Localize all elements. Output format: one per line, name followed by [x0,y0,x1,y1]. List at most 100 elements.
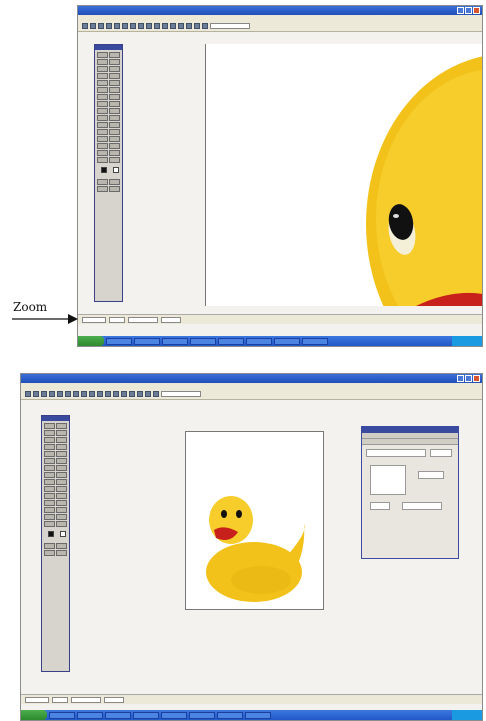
move-tool-icon[interactable] [56,423,67,429]
quickmask-icon[interactable] [97,179,108,185]
undo-icon[interactable] [138,23,144,29]
new-icon[interactable] [25,391,31,397]
palette-field[interactable] [402,502,442,510]
undo-icon[interactable] [81,391,87,397]
redo-icon[interactable] [146,23,152,29]
taskbar-item[interactable] [189,711,215,719]
cut-icon[interactable] [57,391,63,397]
tool-icon[interactable] [109,143,120,149]
quickmask-icon[interactable] [44,543,55,549]
tool-icon[interactable] [113,391,119,397]
taskbar-item[interactable] [162,337,188,345]
notes-tool-icon[interactable] [44,486,55,492]
path-tool-icon[interactable] [109,108,120,114]
blur-tool-icon[interactable] [44,465,55,471]
tool-icon[interactable] [153,391,159,397]
tool-icon[interactable] [162,23,168,29]
tool-icon[interactable] [97,150,108,156]
select-tool-icon[interactable] [44,423,55,429]
tool-icon[interactable] [44,500,55,506]
taskbar-item[interactable] [190,337,216,345]
tool-icon[interactable] [97,143,108,149]
tool-icon[interactable] [109,157,120,163]
open-icon[interactable] [90,23,96,29]
tool-icon[interactable] [44,514,55,520]
tool-icon[interactable] [97,129,108,135]
history-tool-icon[interactable] [109,80,120,86]
slice-tool-icon[interactable] [56,437,67,443]
zoom-tool-icon[interactable] [56,493,67,499]
print-icon[interactable] [49,391,55,397]
screenmode-icon[interactable] [56,543,67,549]
taskbar-item[interactable] [49,711,75,719]
type-tool-icon[interactable] [56,472,67,478]
brush-tool-icon[interactable] [44,444,55,450]
tool-icon[interactable] [56,500,67,506]
cut-icon[interactable] [114,23,120,29]
tool-icon[interactable] [178,23,184,29]
foreground-color-swatch[interactable] [101,167,107,173]
close-button[interactable] [473,7,480,14]
eraser-tool-icon[interactable] [44,458,55,464]
copy-icon[interactable] [122,23,128,29]
zoom-field[interactable] [82,316,106,323]
tool-icon[interactable] [145,391,151,397]
tool-icon[interactable] [170,23,176,29]
taskbar-item[interactable] [274,337,300,345]
tool-icon[interactable] [97,157,108,163]
taskbar-item[interactable] [302,337,328,345]
tool-icon[interactable] [105,391,111,397]
tool-icon[interactable] [44,521,55,527]
palette-field[interactable] [370,502,390,510]
pencil-tool-icon[interactable] [56,444,67,450]
close-button[interactable] [473,375,480,382]
fill-tool-icon[interactable] [109,87,120,93]
new-icon[interactable] [82,23,88,29]
taskbar-item[interactable] [77,711,103,719]
crop-tool-icon[interactable] [44,437,55,443]
screenmode-icon[interactable] [109,179,120,185]
eyedropper-tool-icon[interactable] [109,115,120,121]
shape-tool-icon[interactable] [44,479,55,485]
tool-icon[interactable] [109,129,120,135]
tool-icon[interactable] [44,550,55,556]
brush-tool-icon[interactable] [97,73,108,79]
tool-icon[interactable] [186,23,192,29]
paste-icon[interactable] [73,391,79,397]
notes-tool-icon[interactable] [97,115,108,121]
tool-icon[interactable] [109,186,120,192]
tool-icon[interactable] [137,391,143,397]
tool-icon[interactable] [109,150,120,156]
lasso-tool-icon[interactable] [97,59,108,65]
taskbar-item[interactable] [218,337,244,345]
print-icon[interactable] [106,23,112,29]
eraser-tool-icon[interactable] [97,87,108,93]
fill-tool-icon[interactable] [56,458,67,464]
copy-icon[interactable] [65,391,71,397]
move-tool-icon[interactable] [109,52,120,58]
pen-tool-icon[interactable] [97,101,108,107]
foreground-color-swatch[interactable] [48,531,54,537]
tool-icon[interactable] [56,550,67,556]
pen-tool-icon[interactable] [44,472,55,478]
wand-tool-icon[interactable] [56,430,67,436]
save-icon[interactable] [41,391,47,397]
taskbar-item[interactable] [106,337,132,345]
type-tool-icon[interactable] [109,101,120,107]
dodge-tool-icon[interactable] [109,94,120,100]
start-button[interactable] [78,336,104,346]
hand-tool-icon[interactable] [97,122,108,128]
tool-icon[interactable] [97,186,108,192]
taskbar-item[interactable] [134,337,160,345]
palette-button[interactable] [430,449,452,457]
tool-icon[interactable] [56,521,67,527]
dodge-tool-icon[interactable] [56,465,67,471]
path-tool-icon[interactable] [56,479,67,485]
zoom-field[interactable] [25,696,49,703]
font-select[interactable] [210,23,250,29]
tool-icon[interactable] [109,136,120,142]
zoom-tool-icon[interactable] [109,122,120,128]
background-color-swatch[interactable] [112,167,119,173]
background-color-swatch[interactable] [59,531,66,537]
tool-icon[interactable] [194,23,200,29]
